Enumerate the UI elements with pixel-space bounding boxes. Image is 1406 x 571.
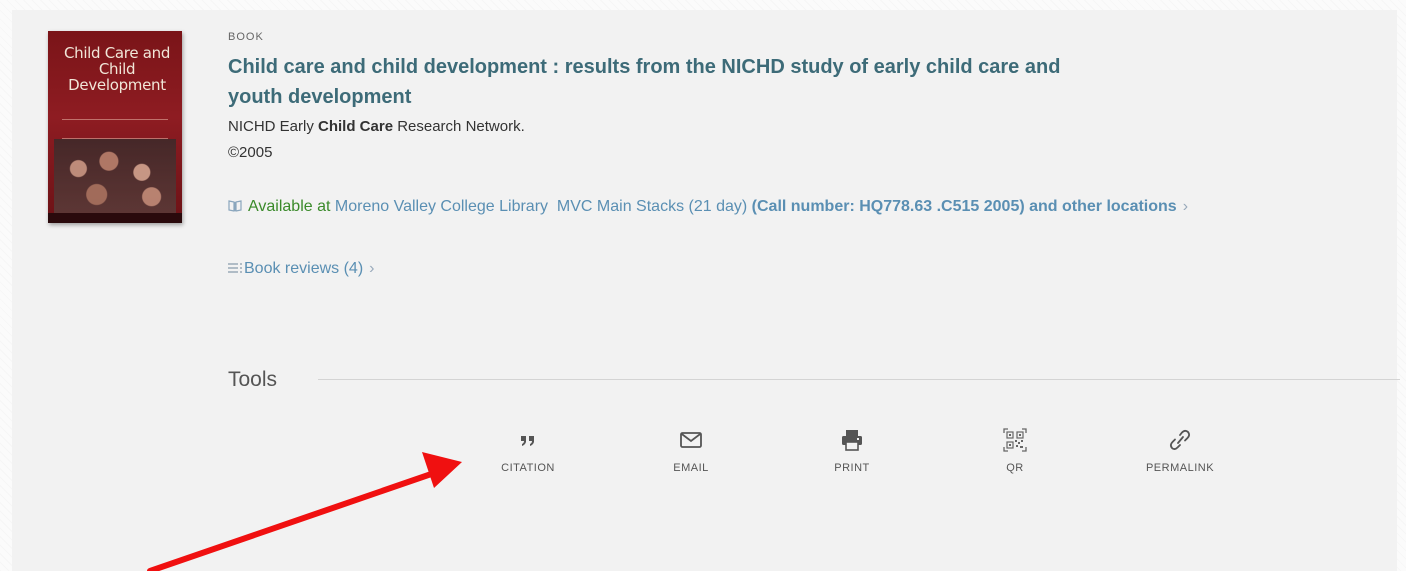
cover-photo bbox=[54, 139, 176, 213]
other-locations: and other locations bbox=[1029, 198, 1177, 215]
citation-label: CITATION bbox=[501, 462, 555, 474]
title-highlight: Child care bbox=[228, 56, 325, 78]
book-cover-thumbnail[interactable]: Child Care and Child Development bbox=[48, 31, 182, 223]
permalink-button[interactable]: PERMALINK bbox=[1130, 426, 1230, 474]
email-button[interactable]: EMAIL bbox=[641, 426, 741, 474]
print-button[interactable]: PRINT bbox=[802, 426, 902, 474]
envelope-icon bbox=[680, 432, 702, 448]
title-text: and bbox=[324, 56, 372, 78]
tools-heading: Tools bbox=[228, 368, 278, 391]
library-name: Moreno Valley College Library bbox=[334, 198, 549, 215]
qr-code-icon bbox=[1003, 428, 1027, 452]
availability-status: Available at bbox=[248, 198, 331, 215]
shelf-location: MVC Main Stacks (21 day) bbox=[556, 198, 748, 215]
call-number: (Call number: HQ778.63 .C515 2005) bbox=[751, 198, 1025, 215]
title-text: and bbox=[1019, 56, 1061, 78]
title-highlight: child bbox=[371, 56, 419, 78]
list-icon bbox=[228, 263, 242, 273]
qr-label: QR bbox=[1006, 462, 1024, 474]
qr-button[interactable]: QR bbox=[965, 426, 1065, 474]
book-reviews-label: Book reviews (4) bbox=[244, 260, 364, 277]
cover-subtitle-band bbox=[62, 119, 168, 139]
cover-title: Child Care and Child Development bbox=[63, 44, 171, 94]
page-background: Child Care and Child Development BOOK Ch… bbox=[0, 0, 1406, 571]
quote-icon bbox=[521, 436, 534, 446]
record-author: NICHD Early Child Care Research Network. bbox=[228, 118, 525, 135]
author-text: Research Network. bbox=[393, 118, 525, 135]
title-highlight: child care bbox=[925, 56, 1020, 78]
title-text: youth development bbox=[228, 86, 412, 108]
record-title-link[interactable]: Child care and child development : resul… bbox=[228, 52, 1208, 112]
print-label: PRINT bbox=[834, 462, 870, 474]
tools-divider bbox=[318, 379, 1400, 380]
email-label: EMAIL bbox=[673, 462, 709, 474]
resource-type-label: BOOK bbox=[228, 31, 264, 43]
permalink-label: PERMALINK bbox=[1145, 462, 1215, 474]
chevron-right-icon: › bbox=[369, 260, 375, 277]
open-book-icon bbox=[228, 200, 242, 212]
printer-icon bbox=[842, 430, 862, 451]
title-text: development : results from the NICHD stu… bbox=[418, 56, 926, 78]
author-highlight: Child Care bbox=[318, 118, 394, 135]
chevron-right-icon: › bbox=[1182, 198, 1189, 215]
cover-footer-band bbox=[48, 213, 182, 223]
author-text: NICHD Early bbox=[228, 118, 319, 135]
book-reviews-link[interactable]: Book reviews (4) › bbox=[228, 260, 374, 278]
link-icon bbox=[1169, 429, 1191, 451]
record-date: ©2005 bbox=[228, 144, 273, 161]
availability-link[interactable]: Available at Moreno Valley College Libra… bbox=[228, 192, 1358, 222]
citation-button[interactable]: CITATION bbox=[478, 426, 578, 474]
